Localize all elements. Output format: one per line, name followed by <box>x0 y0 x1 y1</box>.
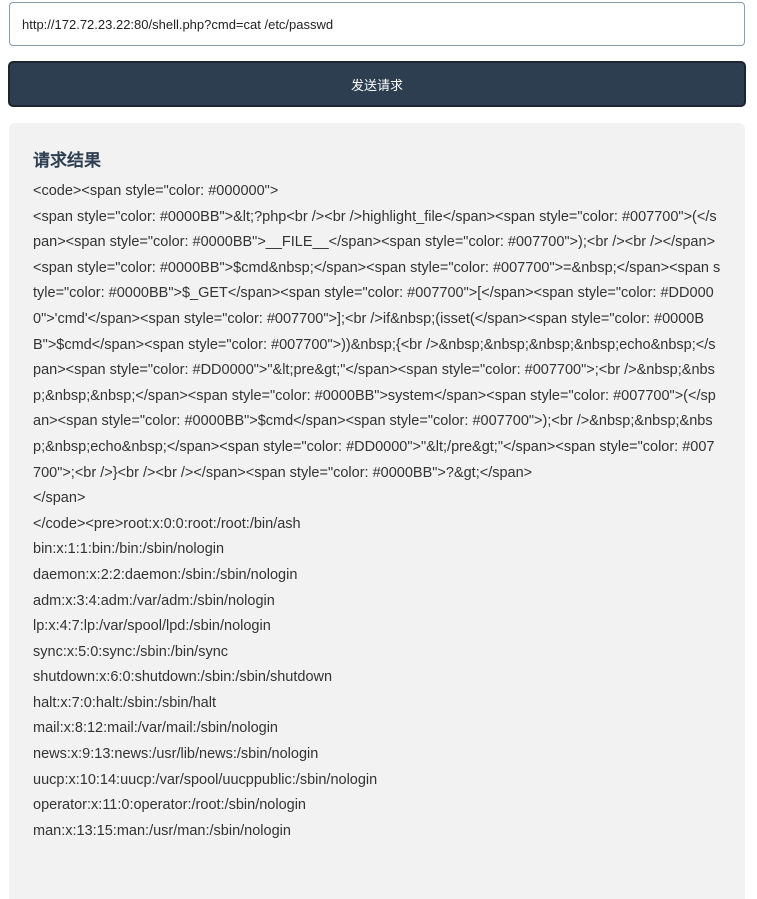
page: 发送请求 请求结果 <code><span style="color: #000… <box>0 0 757 899</box>
result-panel: 请求结果 <code><span style="color: #000000">… <box>9 123 745 899</box>
result-title: 请求结果 <box>33 151 101 171</box>
result-body: <code><span style="color: #000000"> <spa… <box>33 183 721 839</box>
send-request-button[interactable]: 发送请求 <box>8 61 746 107</box>
url-input[interactable] <box>9 2 745 46</box>
